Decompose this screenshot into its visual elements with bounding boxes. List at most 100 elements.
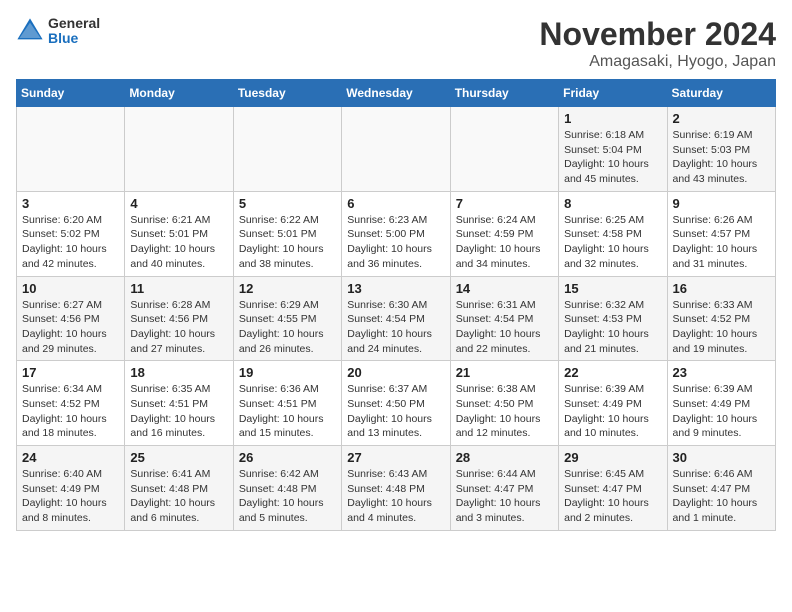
calendar-cell: 23 Sunrise: 6:39 AM Sunset: 4:49 PM Dayli… — [667, 361, 775, 446]
day-number: 13 — [347, 281, 444, 296]
calendar-cell: 12Sunrise: 6:29 AM Sunset: 4:55 PM Dayli… — [233, 276, 341, 361]
day-number: 27 — [347, 450, 444, 465]
day-number: 14 — [456, 281, 553, 296]
header-thursday: Thursday — [450, 80, 558, 107]
calendar-cell: 2 Sunrise: 6:19 AM Sunset: 5:03 PM Daylig… — [667, 107, 775, 192]
day-number: 9 — [673, 196, 770, 211]
day-number: 19 — [239, 365, 336, 380]
calendar-cell: 18 Sunrise: 6:35 AM Sunset: 4:51 PM Dayli… — [125, 361, 233, 446]
calendar-cell: 22 Sunrise: 6:39 AM Sunset: 4:49 PM Dayli… — [559, 361, 667, 446]
day-info: Sunrise: 6:43 AM Sunset: 4:48 PM Dayligh… — [347, 467, 444, 526]
day-number: 28 — [456, 450, 553, 465]
day-info: Sunrise: 6:45 AM Sunset: 4:47 PM Dayligh… — [564, 467, 661, 526]
day-info: Sunrise: 6:24 AM Sunset: 4:59 PM Dayligh… — [456, 213, 553, 272]
calendar-cell — [125, 107, 233, 192]
calendar-cell: 15Sunrise: 6:32 AM Sunset: 4:53 PM Dayli… — [559, 276, 667, 361]
header-sunday: Sunday — [17, 80, 125, 107]
day-number: 4 — [130, 196, 227, 211]
logo-blue: Blue — [48, 31, 100, 46]
calendar-cell: 19 Sunrise: 6:36 AM Sunset: 4:51 PM Dayli… — [233, 361, 341, 446]
day-info: Sunrise: 6:28 AM Sunset: 4:56 PM Dayligh… — [130, 298, 227, 357]
day-info: Sunrise: 6:34 AM Sunset: 4:52 PM Dayligh… — [22, 382, 119, 441]
day-info: Sunrise: 6:26 AM Sunset: 4:57 PM Dayligh… — [673, 213, 770, 272]
day-info: Sunrise: 6:41 AM Sunset: 4:48 PM Dayligh… — [130, 467, 227, 526]
day-number: 26 — [239, 450, 336, 465]
day-info: Sunrise: 6:46 AM Sunset: 4:47 PM Dayligh… — [673, 467, 770, 526]
day-info: Sunrise: 6:39 AM Sunset: 4:49 PM Dayligh… — [673, 382, 770, 441]
logo: General Blue — [16, 16, 100, 47]
day-number: 5 — [239, 196, 336, 211]
calendar-cell: 3 Sunrise: 6:20 AM Sunset: 5:02 PM Daylig… — [17, 191, 125, 276]
calendar-cell: 10 Sunrise: 6:27 AM Sunset: 4:56 PM Dayli… — [17, 276, 125, 361]
calendar-cell: 24 Sunrise: 6:40 AM Sunset: 4:49 PM Dayli… — [17, 446, 125, 531]
day-info: Sunrise: 6:27 AM Sunset: 4:56 PM Dayligh… — [22, 298, 119, 357]
day-number: 11 — [130, 281, 227, 296]
day-info: Sunrise: 6:20 AM Sunset: 5:02 PM Dayligh… — [22, 213, 119, 272]
day-info: Sunrise: 6:35 AM Sunset: 4:51 PM Dayligh… — [130, 382, 227, 441]
calendar-cell: 5 Sunrise: 6:22 AM Sunset: 5:01 PM Daylig… — [233, 191, 341, 276]
day-info: Sunrise: 6:44 AM Sunset: 4:47 PM Dayligh… — [456, 467, 553, 526]
calendar-cell: 25 Sunrise: 6:41 AM Sunset: 4:48 PM Dayli… — [125, 446, 233, 531]
calendar-week-2: 10 Sunrise: 6:27 AM Sunset: 4:56 PM Dayli… — [17, 276, 776, 361]
calendar-week-4: 24 Sunrise: 6:40 AM Sunset: 4:49 PM Dayli… — [17, 446, 776, 531]
day-info: Sunrise: 6:18 AM Sunset: 5:04 PM Dayligh… — [564, 128, 661, 187]
calendar-cell: 16 Sunrise: 6:33 AM Sunset: 4:52 PM Dayli… — [667, 276, 775, 361]
header-monday: Monday — [125, 80, 233, 107]
header-wednesday: Wednesday — [342, 80, 450, 107]
day-info: Sunrise: 6:33 AM Sunset: 4:52 PM Dayligh… — [673, 298, 770, 357]
day-info: Sunrise: 6:32 AM Sunset: 4:53 PM Dayligh… — [564, 298, 661, 357]
logo-icon — [16, 17, 44, 45]
header-friday: Friday — [559, 80, 667, 107]
calendar-table: SundayMondayTuesdayWednesdayThursdayFrid… — [16, 79, 776, 531]
calendar-cell: 1 Sunrise: 6:18 AM Sunset: 5:04 PM Daylig… — [559, 107, 667, 192]
calendar-cell: 21 Sunrise: 6:38 AM Sunset: 4:50 PM Dayli… — [450, 361, 558, 446]
calendar-cell: 4 Sunrise: 6:21 AM Sunset: 5:01 PM Daylig… — [125, 191, 233, 276]
logo-general: General — [48, 16, 100, 31]
day-number: 23 — [673, 365, 770, 380]
day-info: Sunrise: 6:19 AM Sunset: 5:03 PM Dayligh… — [673, 128, 770, 187]
day-info: Sunrise: 6:25 AM Sunset: 4:58 PM Dayligh… — [564, 213, 661, 272]
calendar-header-row: SundayMondayTuesdayWednesdayThursdayFrid… — [17, 80, 776, 107]
day-number: 8 — [564, 196, 661, 211]
calendar-week-0: 1 Sunrise: 6:18 AM Sunset: 5:04 PM Daylig… — [17, 107, 776, 192]
logo-text: General Blue — [48, 16, 100, 47]
calendar-title: November 2024 — [539, 16, 776, 53]
day-number: 16 — [673, 281, 770, 296]
day-number: 22 — [564, 365, 661, 380]
day-number: 30 — [673, 450, 770, 465]
day-number: 21 — [456, 365, 553, 380]
header: General Blue November 2024 Amagasaki, Hy… — [16, 16, 776, 71]
day-number: 29 — [564, 450, 661, 465]
day-number: 1 — [564, 111, 661, 126]
calendar-cell: 27 Sunrise: 6:43 AM Sunset: 4:48 PM Dayli… — [342, 446, 450, 531]
day-info: Sunrise: 6:39 AM Sunset: 4:49 PM Dayligh… — [564, 382, 661, 441]
calendar-cell: 11 Sunrise: 6:28 AM Sunset: 4:56 PM Dayli… — [125, 276, 233, 361]
calendar-cell: 17Sunrise: 6:34 AM Sunset: 4:52 PM Dayli… — [17, 361, 125, 446]
day-number: 10 — [22, 281, 119, 296]
calendar-cell: 13 Sunrise: 6:30 AM Sunset: 4:54 PM Dayli… — [342, 276, 450, 361]
day-number: 2 — [673, 111, 770, 126]
day-number: 7 — [456, 196, 553, 211]
calendar-cell: 20Sunrise: 6:37 AM Sunset: 4:50 PM Dayli… — [342, 361, 450, 446]
calendar-cell: 7 Sunrise: 6:24 AM Sunset: 4:59 PM Daylig… — [450, 191, 558, 276]
day-info: Sunrise: 6:36 AM Sunset: 4:51 PM Dayligh… — [239, 382, 336, 441]
calendar-cell — [450, 107, 558, 192]
calendar-cell — [233, 107, 341, 192]
day-number: 18 — [130, 365, 227, 380]
day-number: 25 — [130, 450, 227, 465]
day-number: 3 — [22, 196, 119, 211]
day-info: Sunrise: 6:40 AM Sunset: 4:49 PM Dayligh… — [22, 467, 119, 526]
header-tuesday: Tuesday — [233, 80, 341, 107]
day-info: Sunrise: 6:22 AM Sunset: 5:01 PM Dayligh… — [239, 213, 336, 272]
day-info: Sunrise: 6:42 AM Sunset: 4:48 PM Dayligh… — [239, 467, 336, 526]
calendar-cell: 14Sunrise: 6:31 AM Sunset: 4:54 PM Dayli… — [450, 276, 558, 361]
day-info: Sunrise: 6:30 AM Sunset: 4:54 PM Dayligh… — [347, 298, 444, 357]
day-number: 6 — [347, 196, 444, 211]
day-info: Sunrise: 6:21 AM Sunset: 5:01 PM Dayligh… — [130, 213, 227, 272]
day-info: Sunrise: 6:29 AM Sunset: 4:55 PM Dayligh… — [239, 298, 336, 357]
day-info: Sunrise: 6:38 AM Sunset: 4:50 PM Dayligh… — [456, 382, 553, 441]
calendar-cell: 28 Sunrise: 6:44 AM Sunset: 4:47 PM Dayli… — [450, 446, 558, 531]
calendar-cell: 26 Sunrise: 6:42 AM Sunset: 4:48 PM Dayli… — [233, 446, 341, 531]
day-number: 24 — [22, 450, 119, 465]
calendar-week-1: 3 Sunrise: 6:20 AM Sunset: 5:02 PM Daylig… — [17, 191, 776, 276]
